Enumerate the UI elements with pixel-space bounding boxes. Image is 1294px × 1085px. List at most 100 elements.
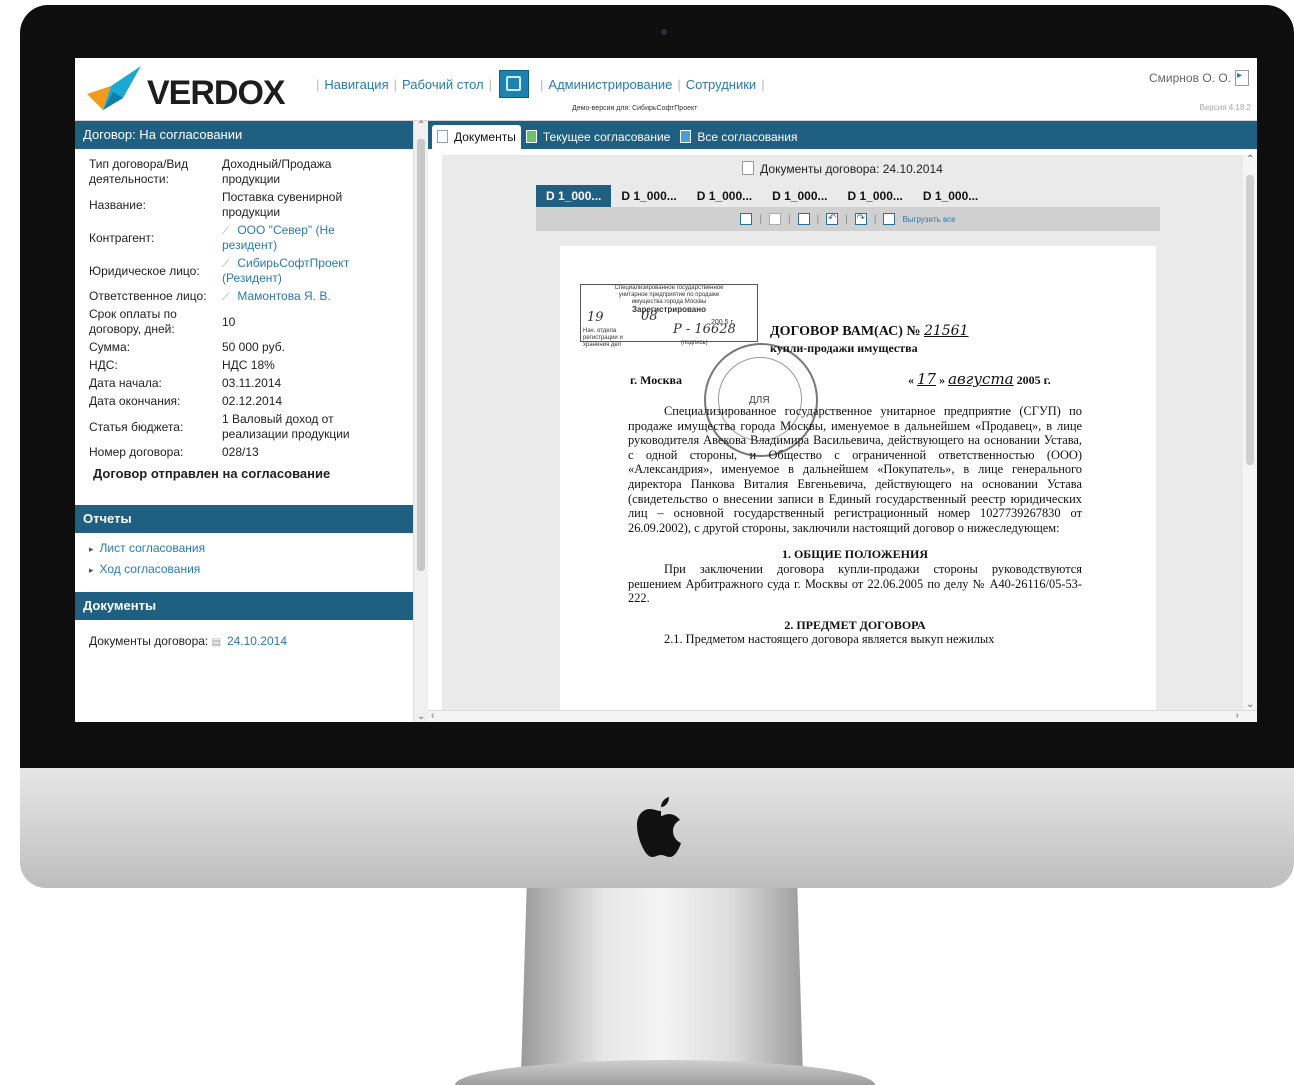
- property-label: Контрагент:: [89, 230, 155, 245]
- scanned-document: Специализированное государственное унита…: [560, 246, 1156, 710]
- property-label: Статья бюджета:: [89, 419, 184, 434]
- tab-all-approvals[interactable]: Все согласования: [675, 125, 802, 149]
- document-icon: [437, 130, 448, 143]
- property-label: Тип договора/Вид деятельности:: [89, 157, 189, 186]
- contract-body: Специализированное государственное унита…: [628, 404, 1082, 647]
- property-label: Название:: [89, 197, 146, 212]
- doc-tab[interactable]: D 1_000...: [762, 185, 837, 207]
- viewer-scrollbar[interactable]: ⌃ ⌄: [1243, 154, 1257, 710]
- version-text: Версия 4.18.2: [1199, 103, 1252, 112]
- user-name[interactable]: Смирнов О. О.: [1149, 71, 1231, 85]
- property-row: Статья бюджета: 1 Валовый доход от реали…: [89, 412, 413, 442]
- contract-paragraph: Специализированное государственное унита…: [628, 404, 1082, 535]
- undo-icon[interactable]: ↶: [826, 213, 839, 225]
- property-label: Номер договора:: [89, 445, 184, 459]
- section-heading: 1. ОБЩИЕ ПОЛОЖЕНИЯ: [781, 547, 929, 562]
- save-icon[interactable]: [797, 213, 810, 225]
- viewer-title: Документы договора: 24.10.2014: [442, 161, 1243, 176]
- counterparty-icon: ⟋: [222, 226, 229, 237]
- doc-tab[interactable]: D 1_000...: [611, 185, 686, 207]
- property-row: Юридическое лицо: ⟋ СибирьСофтПроект (Ре…: [89, 256, 413, 286]
- contract-paragraph: 2.1. Предметом настоящего договора являе…: [664, 632, 995, 647]
- property-row: Сумма: 50 000 руб.: [89, 340, 413, 355]
- tab-documents[interactable]: Документы: [432, 125, 521, 149]
- redo-icon[interactable]: ↷: [854, 213, 867, 225]
- top-navigation: | Навигация | Рабочий стол | | Администр…: [311, 70, 770, 98]
- doc-tab[interactable]: D 1_000...: [687, 185, 762, 207]
- property-row: Срок оплаты по договору, дней: 10: [89, 307, 413, 337]
- reports-header: Отчеты: [75, 505, 413, 533]
- documents-label: Документы договора:: [89, 634, 209, 648]
- property-label: Ответственное лицо:: [89, 289, 207, 303]
- new-document-icon[interactable]: [740, 213, 753, 225]
- property-row: Дата начала: 03.11.2014: [89, 376, 413, 391]
- contract-date: « 17 » августа 2005 г.: [908, 370, 1051, 388]
- document-icon: ▤: [211, 637, 222, 648]
- tab-current-approval[interactable]: Текущее согласование: [521, 125, 675, 149]
- property-label: Дата начала:: [89, 376, 162, 390]
- legal-entity-link[interactable]: СибирьСофтПроект (Резидент): [222, 256, 349, 285]
- horizontal-scrollbar[interactable]: ‹ ›: [428, 710, 1257, 722]
- logout-icon[interactable]: [1235, 70, 1249, 86]
- doc-tab[interactable]: D 1_000...: [913, 185, 988, 207]
- verdox-logo-icon: [87, 66, 141, 110]
- download-all-button[interactable]: Выгрузить все: [902, 215, 955, 224]
- scroll-up-icon[interactable]: ⌃: [417, 120, 425, 131]
- desktop-icon[interactable]: [499, 70, 530, 98]
- scroll-down-icon[interactable]: ⌄: [1246, 699, 1254, 710]
- property-label: Срок оплаты по договору, дней:: [89, 307, 177, 336]
- section-heading: 2. ПРЕДМЕТ ДОГОВОРА: [784, 617, 926, 632]
- property-label: НДС:: [89, 358, 118, 372]
- property-label: Дата окончания:: [89, 394, 181, 408]
- apple-logo-icon: [637, 797, 681, 857]
- contract-panel: Договор: На согласовании Тип договора/Ви…: [75, 121, 413, 722]
- documents-date-link[interactable]: 24.10.2014: [227, 634, 287, 648]
- documents-section: Документы Документы договора: ▤ 24.10.20…: [75, 592, 413, 648]
- contract-title: ДОГОВОР ВАМ(АС) № 21561: [770, 323, 969, 339]
- responsible-person-link[interactable]: Мамонтова Я. В.: [237, 289, 330, 303]
- report-approval-progress[interactable]: Ход согласования: [89, 562, 413, 576]
- documents-panel: Документы Текущее согласование Все согла…: [428, 121, 1257, 722]
- download-all-icon[interactable]: [883, 213, 896, 225]
- property-row: Ответственное лицо: ⟋ Мамонтова Я. В.: [89, 289, 413, 304]
- reports-section: Отчеты Лист согласования Ход согласовани…: [75, 505, 413, 576]
- monitor-stand: [521, 888, 803, 1076]
- property-value: 50 000 руб.: [222, 340, 285, 354]
- scroll-down-icon[interactable]: ⌄: [417, 711, 425, 722]
- property-value: НДС 18%: [222, 358, 275, 372]
- counterparty-link[interactable]: ООО "Север" (Не резидент): [222, 223, 335, 252]
- registration-stamp: Специализированное государственное унита…: [580, 284, 758, 348]
- scroll-thumb[interactable]: [1246, 175, 1254, 465]
- status-message: Договор отправлен на согласование: [93, 466, 331, 481]
- property-row: НДС: НДС 18%: [89, 358, 413, 373]
- property-value: 1 Валовый доход от реализации продукции: [222, 412, 350, 441]
- contract-paragraph: При заключении договора купли-продажи ст…: [628, 561, 1082, 606]
- scroll-up-icon[interactable]: ⌃: [1246, 154, 1254, 165]
- tab-bar: Документы Текущее согласование Все согла…: [428, 121, 1257, 149]
- contract-header: Договор: На согласовании: [75, 121, 413, 149]
- nav-administration[interactable]: Администрирование: [548, 77, 672, 92]
- property-value: 03.11.2014: [222, 376, 282, 390]
- nav-navigation[interactable]: Навигация: [324, 77, 388, 92]
- verdox-logo[interactable]: VERDOX: [83, 64, 286, 112]
- property-row: Номер договора: 028/13: [89, 445, 413, 460]
- approval-icon: [525, 130, 537, 143]
- doc-tab[interactable]: D 1_000...: [838, 185, 913, 207]
- doc-tab[interactable]: D 1_000...: [536, 185, 612, 207]
- person-icon: ⟋: [222, 292, 229, 303]
- scroll-left-icon[interactable]: ‹: [431, 710, 434, 721]
- nav-desktop[interactable]: Рабочий стол: [402, 77, 484, 92]
- scroll-right-icon[interactable]: ›: [1236, 710, 1239, 721]
- contract-properties: Тип договора/Вид деятельности: Доходный/…: [75, 149, 413, 481]
- left-scrollbar[interactable]: ⌃ ⌄: [413, 120, 428, 722]
- report-approval-sheet[interactable]: Лист согласования: [89, 541, 413, 555]
- scroll-thumb[interactable]: [417, 139, 425, 571]
- document-viewer: Документы договора: 24.10.2014 D 1_000..…: [442, 155, 1243, 710]
- demo-version-text: Демо-версия для: СибирьСофтПроект: [572, 105, 698, 112]
- app-header: VERDOX | Навигация | Рабочий стол | | Ад…: [75, 58, 1257, 121]
- edit-document-icon[interactable]: [769, 213, 781, 225]
- property-value: 028/13: [222, 445, 259, 459]
- property-row: Дата окончания: 02.12.2014: [89, 394, 413, 409]
- nav-employees[interactable]: Сотрудники: [686, 77, 756, 92]
- app-screen: VERDOX | Навигация | Рабочий стол | | Ад…: [75, 58, 1257, 722]
